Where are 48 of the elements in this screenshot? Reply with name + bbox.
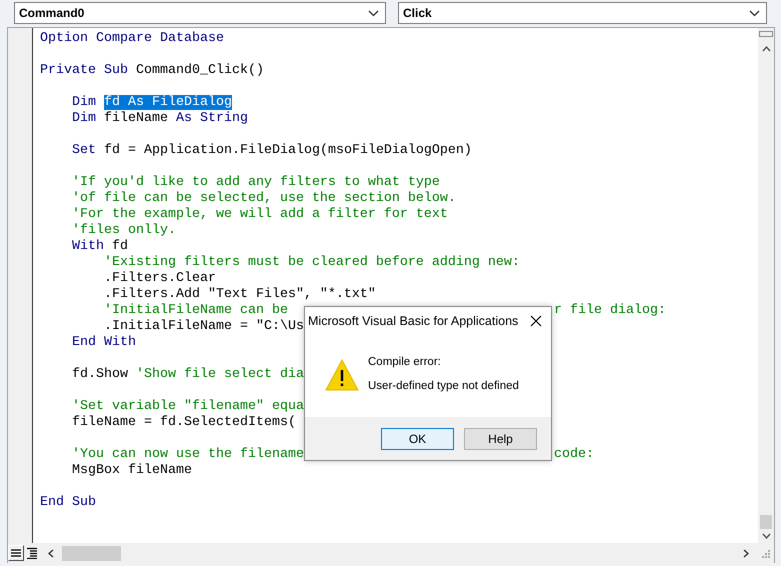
code-line: Dim fd As FileDialog (70, 95, 232, 111)
code-line: With fd (70, 239, 128, 255)
lines-icon (26, 547, 38, 559)
code-line: .InitialFileName = "C:\Us (102, 319, 304, 335)
help-button[interactable]: Help (464, 428, 537, 450)
module-view-button[interactable] (24, 545, 40, 561)
warning-icon (325, 359, 359, 391)
procedure-dropdown[interactable]: Click (398, 2, 767, 24)
vertical-scrollbar[interactable] (758, 28, 774, 543)
scroll-left-icon[interactable] (48, 548, 54, 558)
code-line: End Sub (40, 495, 96, 511)
error-heading: Compile error: (368, 356, 442, 368)
chevron-down-icon (368, 10, 379, 16)
object-dropdown[interactable]: Command0 (14, 2, 386, 24)
scroll-right-icon[interactable] (743, 548, 749, 558)
code-line: 'You can now use the filename (70, 447, 304, 463)
code-line: 'If you'd like to add any filters to what type (70, 175, 440, 191)
code-line: Option Compare Database (40, 31, 224, 47)
scroll-down-icon[interactable] (762, 533, 770, 539)
lines-icon (10, 548, 22, 558)
chevron-down-icon (749, 10, 760, 16)
code-line: 'For the example, we will add a filter for text (70, 207, 448, 223)
close-icon[interactable] (530, 315, 542, 327)
scroll-thumb[interactable] (760, 515, 772, 529)
ok-button[interactable]: OK (381, 428, 454, 450)
scroll-thumb[interactable] (62, 546, 121, 560)
code-line: Private Sub Command0_Click() (40, 63, 264, 79)
code-line: 'Existing filters must be cleared before adding new: (102, 255, 520, 271)
dialog-title: Microsoft Visual Basic for Applications (308, 314, 518, 328)
code-line: Set fd = Application.FileDialog(msoFileDialogOpen) (70, 143, 472, 159)
code-line: .Filters.Clear (102, 271, 216, 287)
scroll-up-icon[interactable] (762, 46, 770, 52)
code-line: fileName = fd.SelectedItems( (70, 415, 296, 431)
code-line: .Filters.Add "Text Files", "*.txt" (102, 287, 376, 303)
code-line: 'files onlly. (70, 223, 176, 239)
code-line: 'of file can be selected, use the section below. (70, 191, 456, 207)
code-line: code: (553, 447, 594, 463)
code-line: fd.Show 'Show file select dia (70, 367, 304, 383)
code-line: Dim fileName As String (70, 111, 248, 127)
procedure-view-button[interactable] (8, 545, 24, 561)
code-line: r file dialog: (553, 303, 666, 319)
code-line: MsgBox fileName (70, 463, 192, 479)
code-line: End With (70, 335, 136, 351)
code-line: 'Set variable "filename" equa (70, 399, 304, 415)
resize-grip-icon[interactable] (761, 548, 770, 558)
split-bar[interactable] (759, 31, 773, 37)
code-line: 'InitialFileName can be (102, 303, 288, 319)
error-message: User-defined type not defined (368, 380, 519, 392)
